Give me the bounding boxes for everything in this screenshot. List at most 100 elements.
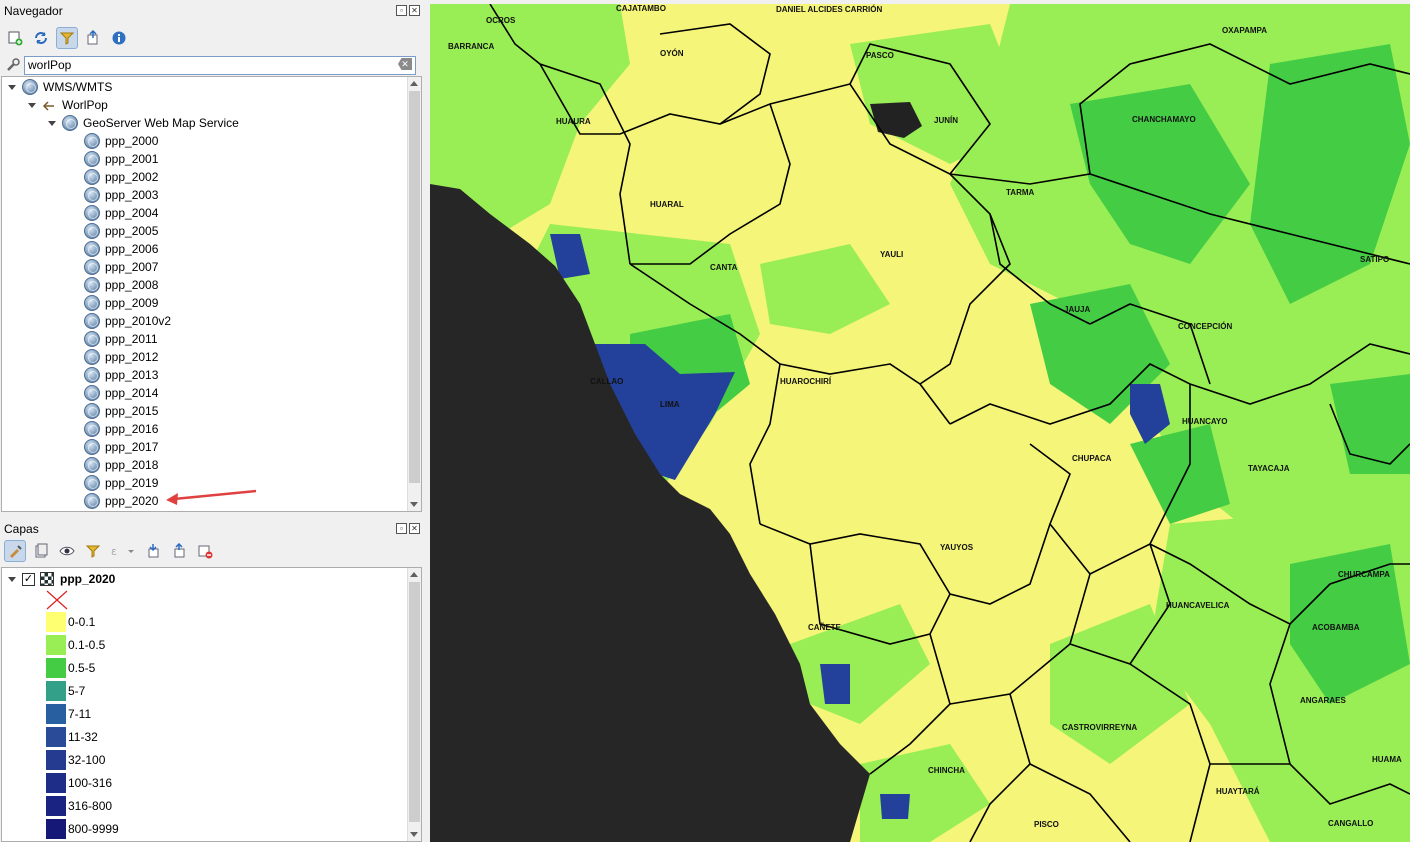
wms-layer-item[interactable]: ppp_2007 [84,258,158,276]
map-label: ANGARAES [1300,696,1346,705]
wms-layer-label: ppp_2000 [105,134,159,148]
svg-text:ε: ε [111,545,117,558]
collapse-all-button[interactable] [168,540,190,562]
expand-all-button[interactable] [142,540,164,562]
wms-layer-item[interactable]: ppp_2001 [84,150,158,168]
map-label: CANGALLO [1328,819,1374,828]
tree-node-wms[interactable]: WMS/WMTS [8,78,112,96]
wms-layer-item[interactable]: ppp_2016 [84,420,158,438]
layer-row-ppp-2020[interactable]: ✓ ppp_2020 [8,570,115,588]
capas-scrollbar[interactable] [407,568,421,841]
expression-icon: ε [111,545,134,558]
expand-arrow-icon[interactable] [8,576,16,582]
wms-layer-label: ppp_2016 [105,422,159,436]
wms-layer-item[interactable]: ppp_2008 [84,276,158,294]
remove-layer-button[interactable] [194,540,216,562]
legend-label: 100-316 [68,776,113,790]
float-panel-button[interactable]: ▫ [396,523,407,534]
wms-layer-item[interactable]: ppp_2014 [84,384,158,402]
globe-icon [84,421,100,437]
style-button[interactable] [4,540,26,562]
filter-legend-button[interactable] [82,540,104,562]
legend-label: 800-9999 [68,822,119,836]
connection-icon [42,101,54,111]
wms-layer-item[interactable]: ppp_2000 [84,132,158,150]
legend-swatch [46,704,66,724]
globe-icon [84,331,100,347]
globe-icon [84,313,100,329]
globe-icon [84,349,100,365]
wms-layer-label: ppp_2013 [105,368,159,382]
info-icon [112,31,126,45]
legend-swatch [46,658,66,678]
scroll-up-icon[interactable] [410,81,418,86]
wms-layer-item[interactable]: ppp_2002 [84,168,158,186]
map-label: CHANCHAMAYO [1132,115,1196,124]
close-panel-button[interactable]: ✕ [409,5,420,16]
wms-layer-label: ppp_2008 [105,278,159,292]
wms-layer-item[interactable]: ppp_2017 [84,438,158,456]
wms-layer-item[interactable]: ppp_2004 [84,204,158,222]
close-panel-button[interactable]: ✕ [409,523,420,534]
paintbrush-icon [10,545,22,558]
collapse-all-button[interactable] [82,27,104,49]
legend-swatch [46,727,66,747]
tree-node-service[interactable]: GeoServer Web Map Service [48,114,239,132]
map-label: PISCO [1034,820,1059,829]
scroll-down-icon[interactable] [410,502,418,507]
scroll-up-icon[interactable] [410,572,418,577]
add-group-button[interactable] [30,540,52,562]
map-label: YAUYOS [940,543,974,552]
wms-layer-item[interactable]: ppp_2006 [84,240,158,258]
tree-node-connection[interactable]: WorlPop [28,96,108,114]
globe-icon [84,439,100,455]
wms-layer-item[interactable]: ppp_2003 [84,186,158,204]
layer-visibility-checkbox[interactable]: ✓ [22,572,35,586]
visibility-button[interactable] [56,540,78,562]
navegador-title-bar: Navegador ▫ ✕ [0,0,424,22]
map-label: HUAYTARÁ [1216,787,1260,796]
expand-arrow-icon[interactable] [48,120,56,126]
wms-layer-label: ppp_2002 [105,170,159,184]
map-canvas[interactable]: OCROS CAJATAMBO DANIEL ALCIDES CARRIÓN OXAP… [430,4,1410,842]
navegador-toolbar [0,24,424,52]
wms-layer-label: ppp_2003 [105,188,159,202]
expression-filter-button[interactable]: ε [108,540,138,562]
wms-layer-item[interactable]: ppp_2010v2 [84,312,171,330]
navegador-scrollbar[interactable] [407,77,421,511]
wms-layer-item[interactable]: ppp_2011 [84,330,158,348]
scroll-thumb[interactable] [409,91,420,483]
map-label: OXAPAMPA [1222,26,1268,35]
scroll-thumb[interactable] [409,582,420,822]
wms-layer-item[interactable]: ppp_2009 [84,294,158,312]
layer-name: ppp_2020 [60,572,116,586]
info-button[interactable] [108,27,130,49]
wms-layer-item[interactable]: ppp_2020 [84,492,158,510]
wms-layer-label: ppp_2014 [105,386,159,400]
scroll-down-icon[interactable] [410,832,418,837]
legend-label: 0-0.1 [68,615,96,629]
float-panel-button[interactable]: ▫ [396,5,407,16]
map-label: OCROS [486,16,516,25]
wms-layer-item[interactable]: ppp_2018 [84,456,158,474]
wms-layer-item[interactable]: ppp_2019 [84,474,158,492]
filter-button[interactable] [56,27,78,49]
map-label: TAYACAJA [1248,464,1290,473]
wms-layer-item[interactable]: ppp_2013 [84,366,158,384]
wms-layer-item[interactable]: ppp_2012 [84,348,158,366]
wms-layer-item[interactable]: ppp_2015 [84,402,158,420]
globe-icon [84,205,100,221]
legend-item: 5-7 [46,680,85,702]
refresh-button[interactable] [30,27,52,49]
add-layer-button[interactable] [4,27,26,49]
search-input[interactable] [24,55,416,75]
wms-layer-item[interactable]: ppp_2005 [84,222,158,240]
raster-layer-icon [40,572,54,586]
red-annotation-arrow [166,489,257,505]
map-label: ACOBAMBA [1312,623,1360,632]
expand-arrow-icon[interactable] [28,102,36,108]
filter-icon [85,545,101,558]
map-label: OYÓN [660,49,684,58]
expand-arrow-icon[interactable] [8,84,16,90]
wrench-icon[interactable] [2,55,24,75]
